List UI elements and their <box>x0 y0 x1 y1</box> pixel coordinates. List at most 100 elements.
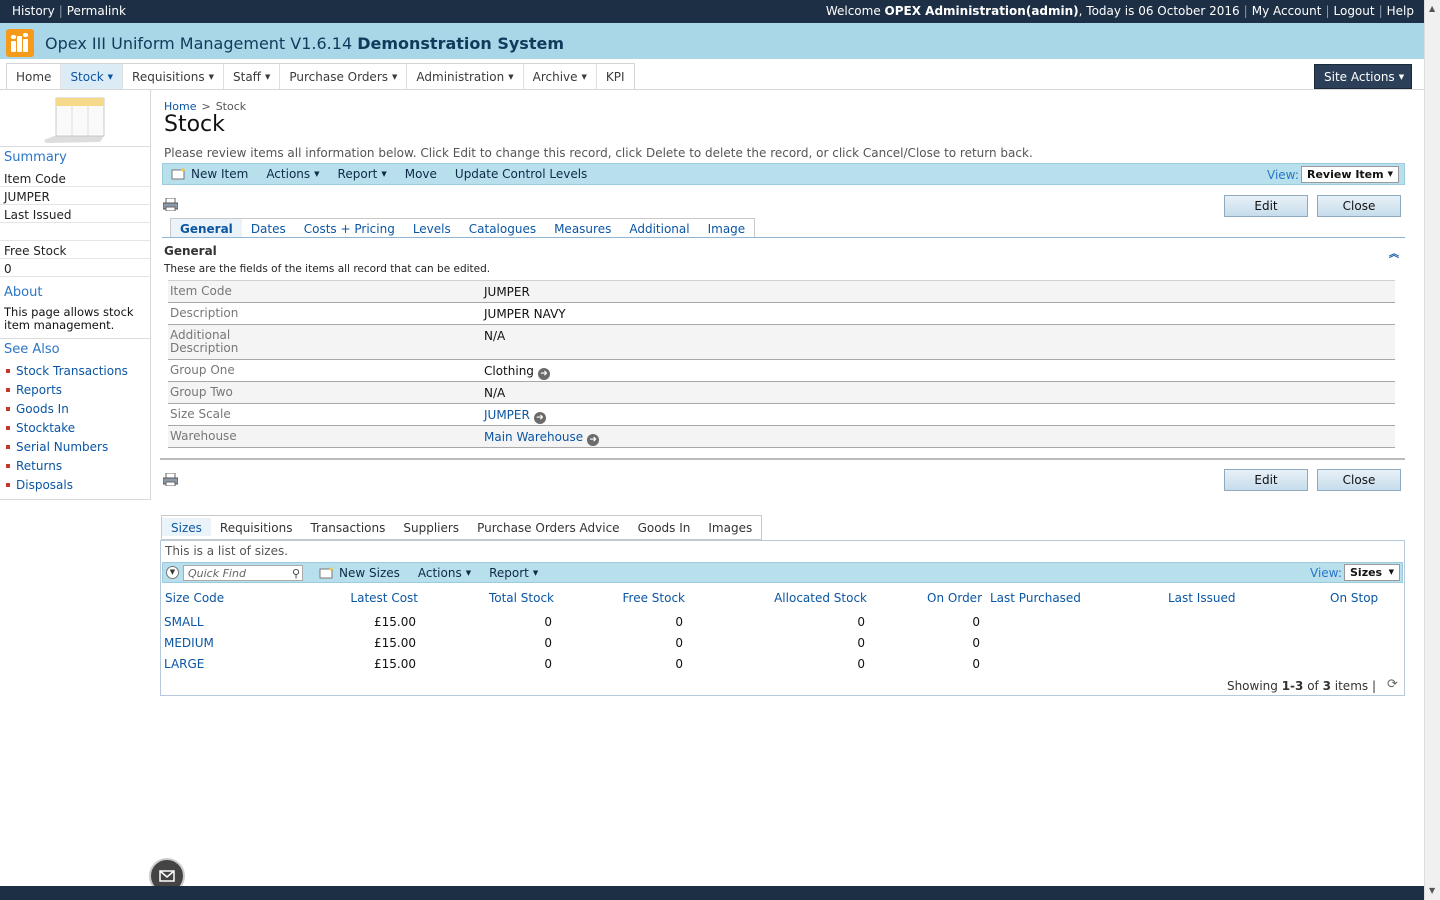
tab-purchase-orders-advice[interactable]: Purchase Orders Advice <box>468 518 629 536</box>
scroll-up-icon[interactable]: ▲ <box>1429 4 1435 13</box>
tab-transactions[interactable]: Transactions <box>301 518 394 536</box>
size-code-link[interactable]: MEDIUM <box>164 636 214 650</box>
list-report-menu[interactable]: Report ▼ <box>489 566 538 580</box>
list-view-select[interactable]: Sizes ▼ <box>1344 564 1400 581</box>
see-also-link[interactable]: Serial Numbers <box>6 440 128 459</box>
latest-cost-cell: £15.00 <box>374 636 416 650</box>
see-also-link[interactable]: Stock Transactions <box>6 364 128 383</box>
tab-images[interactable]: Images <box>699 518 761 536</box>
close-button[interactable]: Close <box>1317 469 1401 491</box>
update-control-levels-button[interactable]: Update Control Levels <box>455 167 587 181</box>
history-link[interactable]: History <box>12 4 55 18</box>
nav-administration[interactable]: Administration ▼ <box>407 64 524 89</box>
on-order-cell: 0 <box>972 615 980 629</box>
field-value-link[interactable]: JUMPER ➜ <box>484 408 546 424</box>
chevron-down-icon: ▼ <box>314 170 320 178</box>
arrow-right-circle-icon[interactable]: ➜ <box>537 368 550 380</box>
column-header-size-code[interactable]: Size Code <box>165 591 224 605</box>
nav-requisitions[interactable]: Requisitions ▼ <box>123 64 224 89</box>
expand-icon[interactable]: ▼ <box>166 566 179 579</box>
column-header-total-stock[interactable]: Total Stock <box>454 591 554 605</box>
field-label: Item Code <box>170 284 232 298</box>
nav-purchase-orders[interactable]: Purchase Orders ▼ <box>280 64 408 89</box>
actions-menu[interactable]: Actions ▼ <box>266 167 319 181</box>
nav-kpi[interactable]: KPI <box>597 64 634 89</box>
field-value: JUMPER <box>484 285 530 299</box>
report-menu[interactable]: Report ▼ <box>338 167 387 181</box>
nav-stock[interactable]: Stock ▼ <box>61 64 124 89</box>
tab-costs-pricing[interactable]: Costs + Pricing <box>295 219 404 237</box>
latest-cost-cell: £15.00 <box>374 615 416 629</box>
chevron-down-icon: ▼ <box>392 73 398 81</box>
tab-goods-in[interactable]: Goods In <box>629 518 700 536</box>
column-header-latest-cost[interactable]: Latest Cost <box>318 591 418 605</box>
tab-requisitions[interactable]: Requisitions <box>211 518 302 536</box>
free-stock-cell: 0 <box>675 657 683 671</box>
arrow-right-circle-icon[interactable]: ➜ <box>587 434 600 446</box>
tab-image[interactable]: Image <box>699 219 755 237</box>
list-actions-menu[interactable]: Actions ▼ <box>418 566 471 580</box>
view-label: View: <box>1310 566 1342 580</box>
bullet-icon <box>6 388 10 392</box>
tab-dates[interactable]: Dates <box>242 219 295 237</box>
today-text: , Today is 06 October 2016 <box>1078 4 1240 18</box>
view-select[interactable]: Review Item ▼ <box>1301 166 1399 183</box>
print-icon[interactable] <box>163 473 178 486</box>
double-chevron-up-icon[interactable]: ︽ <box>1389 245 1399 260</box>
detail-tabs: General Dates Costs + Pricing Levels Cat… <box>170 218 756 238</box>
size-code-link[interactable]: SMALL <box>164 615 204 629</box>
column-header-free-stock[interactable]: Free Stock <box>585 591 686 605</box>
tab-catalogues[interactable]: Catalogues <box>460 219 545 237</box>
site-actions-button[interactable]: Site Actions ▼ <box>1314 64 1412 89</box>
tab-sizes[interactable]: Sizes <box>162 518 211 536</box>
see-also-link[interactable]: Reports <box>6 383 128 402</box>
permalink-link[interactable]: Permalink <box>67 4 126 18</box>
nav-home[interactable]: Home <box>7 64 62 89</box>
last-issued-value <box>0 223 150 241</box>
my-account-link[interactable]: My Account <box>1252 4 1322 18</box>
tab-additional[interactable]: Additional <box>620 219 698 237</box>
column-header-last-issued[interactable]: Last Issued <box>1168 591 1235 605</box>
tab-measures[interactable]: Measures <box>545 219 620 237</box>
nav-archive[interactable]: Archive ▼ <box>524 64 597 89</box>
edit-button[interactable]: Edit <box>1224 195 1308 217</box>
see-also-link[interactable]: Goods In <box>6 402 128 421</box>
chevron-down-icon: ▼ <box>581 73 587 81</box>
section-title: General <box>164 244 217 258</box>
new-sizes-button[interactable]: New Sizes <box>339 566 400 580</box>
tab-suppliers[interactable]: Suppliers <box>394 518 468 536</box>
print-icon[interactable] <box>163 198 178 211</box>
nav-staff[interactable]: Staff ▼ <box>224 64 281 89</box>
tab-general[interactable]: General <box>171 219 242 237</box>
quick-find-input[interactable]: Quick Find ⚲ <box>183 565 303 581</box>
divider <box>160 458 1405 460</box>
arrow-right-circle-icon[interactable]: ➜ <box>533 412 546 424</box>
search-icon[interactable]: ⚲ <box>292 567 300 580</box>
app-logo-icon[interactable] <box>6 29 34 57</box>
field-value: N/A <box>484 386 506 400</box>
move-button[interactable]: Move <box>405 167 437 181</box>
size-code-link[interactable]: LARGE <box>164 657 204 671</box>
divider <box>0 89 1424 90</box>
column-header-allocated-stock[interactable]: Allocated Stock <box>747 591 867 605</box>
field-value-link[interactable]: Main Warehouse ➜ <box>484 430 600 446</box>
scrollbar[interactable]: ▲ ▼ <box>1424 0 1440 900</box>
tab-levels[interactable]: Levels <box>404 219 460 237</box>
edit-button[interactable]: Edit <box>1224 469 1308 491</box>
logout-link[interactable]: Logout <box>1334 4 1375 18</box>
see-also-link[interactable]: Stocktake <box>6 421 128 440</box>
chevron-down-icon: ▼ <box>107 73 114 81</box>
refresh-icon[interactable]: ⟳ <box>1387 677 1398 692</box>
scroll-down-icon[interactable]: ▼ <box>1429 886 1435 895</box>
close-button[interactable]: Close <box>1317 195 1401 217</box>
see-also-link[interactable]: Returns <box>6 459 128 478</box>
column-header-on-stop[interactable]: On Stop <box>1330 591 1378 605</box>
help-link[interactable]: Help <box>1387 4 1414 18</box>
see-also-link[interactable]: Disposals <box>6 478 128 497</box>
column-header-on-order[interactable]: On Order <box>902 591 982 605</box>
new-item-icon <box>171 168 185 180</box>
new-item-button[interactable]: New Item <box>191 167 248 181</box>
chevron-down-icon: ▼ <box>1388 568 1394 576</box>
column-header-last-purchased[interactable]: Last Purchased <box>990 591 1081 605</box>
bullet-icon <box>6 407 10 411</box>
